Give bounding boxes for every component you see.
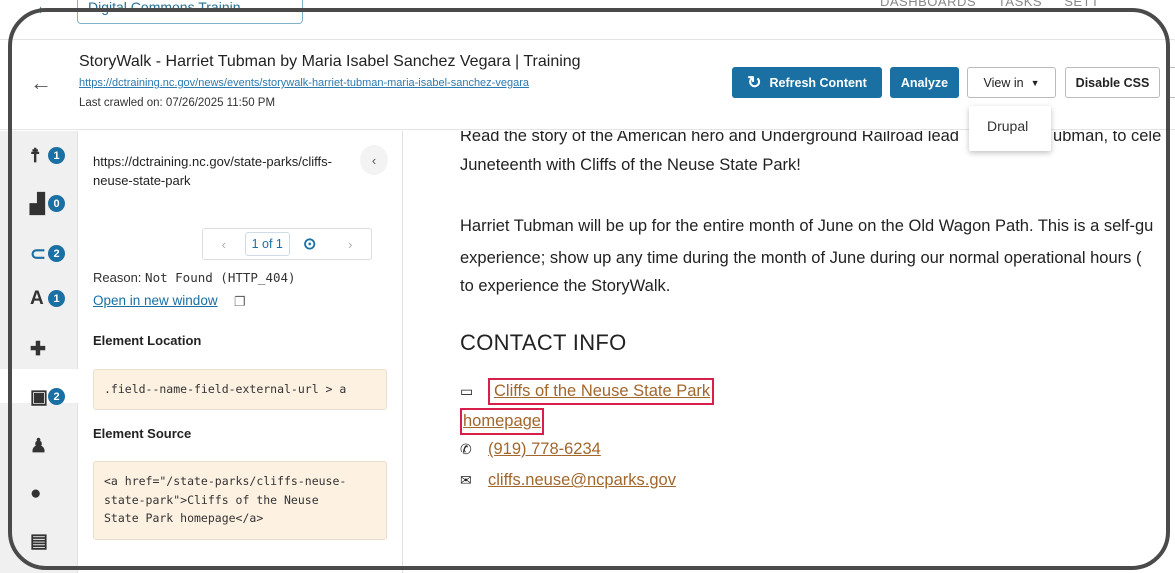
disable-css-label: Disable CSS: [1075, 75, 1150, 90]
page-title: StoryWalk - Harriet Tubman by Maria Isab…: [79, 53, 581, 70]
view-in-button[interactable]: View in ▼: [967, 67, 1056, 98]
app-logo-icon: ✦: [36, 5, 46, 17]
highlighted-link-part1[interactable]: Cliffs of the Neuse State Park: [488, 378, 715, 405]
rail-item-content[interactable]: ▣ 2: [26, 384, 70, 412]
pager-next-button[interactable]: ›: [330, 237, 372, 252]
focus-element-button[interactable]: ⊙: [290, 234, 330, 254]
phone-row: ✆ (919) 778-6234: [460, 440, 601, 459]
page-preview: Read the story of the American hero and …: [404, 131, 1175, 573]
back-arrow-icon[interactable]: ←: [30, 70, 52, 96]
phone-link[interactable]: (919) 778-6234: [488, 440, 601, 459]
app-window: ✦ Digital Commons Trainin... DASHBOARDS …: [0, 0, 1175, 573]
element-source-label: Element Source: [93, 426, 192, 441]
view-in-label: View in: [983, 75, 1024, 90]
rail-item-broken-links[interactable]: ⊂ 2: [26, 241, 70, 269]
content-line-5: to experience the StoryWalk.: [460, 277, 671, 295]
puzzle-icon: ✚: [30, 339, 46, 360]
element-location-code: .field--name-field-external-url > a: [93, 369, 387, 410]
accessibility-icon: ☨: [30, 146, 41, 167]
rail-item-quality[interactable]: ▟ 0: [26, 191, 70, 219]
rail-item-clipboard[interactable]: ▤: [26, 528, 70, 556]
view-in-dropdown: Drupal: [969, 106, 1051, 151]
contact-info-heading: CONTACT INFO: [460, 330, 627, 355]
refresh-content-label: Refresh Content: [769, 75, 867, 90]
content-icon: ▣: [30, 387, 48, 408]
spelling-icon: A: [30, 288, 44, 309]
analyze-button[interactable]: Analyze: [890, 67, 959, 98]
site-selector[interactable]: Digital Commons Trainin...: [77, 0, 303, 24]
user-icon: ♟: [30, 436, 48, 457]
rail-badge: 1: [48, 147, 65, 164]
laptop-icon: ▭: [460, 383, 474, 399]
homepage-link-row-2: homepage: [460, 408, 544, 435]
rail-badge: 2: [48, 388, 65, 405]
rail-item-spelling[interactable]: A 1: [26, 286, 70, 314]
open-new-window-link[interactable]: Open in new window: [93, 293, 218, 308]
reason-label: Reason:: [93, 270, 142, 285]
homepage-link-text-2[interactable]: homepage: [463, 412, 541, 430]
reason-text: Reason: Not Found (HTTP_404): [93, 270, 296, 285]
issue-category-rail: ☨ 1 ▟ 0 ⊂ 2 A 1 ✚ ▣ 2 ♟ ● ▤: [0, 131, 78, 573]
refresh-content-button[interactable]: ↻ Refresh Content: [732, 67, 882, 98]
occurrence-pager: ‹ 1 of 1 ⊙ ›: [202, 228, 372, 260]
pager-count: 1 of 1: [244, 232, 290, 256]
analyze-label: Analyze: [900, 75, 949, 90]
copy-icon[interactable]: ❐: [234, 294, 246, 310]
last-crawled-text: Last crawled on: 07/26/2025 11:50 PM: [79, 97, 276, 109]
chevron-left-icon: ‹: [371, 152, 377, 168]
rail-badge: 2: [48, 245, 65, 262]
disable-css-button[interactable]: Disable CSS: [1065, 67, 1160, 98]
envelope-icon: ✉: [460, 472, 472, 488]
content-line-2: Juneteenth with Cliffs of the Neuse Stat…: [460, 156, 801, 174]
phone-icon: ✆: [460, 441, 472, 457]
thumbs-up-icon: ▟: [30, 194, 45, 215]
site-selector-label: Digital Commons Trainin...: [88, 0, 253, 15]
homepage-link-row: ▭ Cliffs of the Neuse State Park: [460, 378, 715, 405]
content-line-3: Harriet Tubman will be up for the entire…: [460, 217, 1154, 235]
highlighted-link-part2[interactable]: homepage: [460, 408, 544, 435]
rail-badge: 0: [48, 195, 65, 212]
caret-down-icon: ▼: [1030, 77, 1040, 88]
broken-link-icon: ⊂: [30, 244, 46, 265]
collapse-panel-button[interactable]: ‹: [360, 145, 388, 175]
nav-tasks[interactable]: TASKS: [998, 0, 1042, 9]
email-link[interactable]: cliffs.neuse@ncparks.gov: [488, 471, 676, 490]
page-url-link[interactable]: https://dctraining.nc.gov/news/events/st…: [79, 77, 529, 89]
issue-detail-panel: https://dctraining.nc.gov/state-parks/cl…: [78, 131, 403, 573]
more-actions-button[interactable]: [1168, 67, 1175, 98]
reason-value: Not Found (HTTP_404): [145, 270, 296, 285]
info-icon: ●: [30, 483, 42, 504]
rail-item-user[interactable]: ♟: [26, 433, 70, 461]
pager-prev-button[interactable]: ‹: [203, 237, 245, 252]
top-nav-bar: ✦ Digital Commons Trainin... DASHBOARDS …: [0, 0, 1175, 40]
dropdown-item-drupal[interactable]: Drupal: [969, 106, 1051, 134]
target-url: https://dctraining.nc.gov/state-parks/cl…: [93, 154, 332, 188]
top-nav-links: DASHBOARDS TASKS SETT: [880, 0, 1117, 9]
rail-item-accessibility[interactable]: ☨ 1: [26, 143, 70, 171]
refresh-icon: ↻: [747, 72, 762, 92]
homepage-link-text-1[interactable]: Cliffs of the Neuse State Park: [494, 382, 710, 400]
element-location-label: Element Location: [93, 333, 202, 348]
nav-dashboards[interactable]: DASHBOARDS: [880, 0, 976, 9]
email-row: ✉ cliffs.neuse@ncparks.gov: [460, 471, 676, 490]
content-line-1-start: Read the story of the American hero and …: [460, 131, 959, 145]
rail-badge: 1: [48, 290, 65, 307]
element-source-code: <a href="/state-parks/cliffs-neuse- stat…: [93, 461, 387, 540]
nav-settings[interactable]: SETT: [1064, 0, 1099, 9]
clipboard-icon: ▤: [30, 531, 48, 552]
rail-item-plugins[interactable]: ✚: [26, 336, 70, 364]
content-line-1-end: Tubman, to cele: [1043, 131, 1162, 145]
rail-item-info[interactable]: ●: [26, 481, 70, 509]
